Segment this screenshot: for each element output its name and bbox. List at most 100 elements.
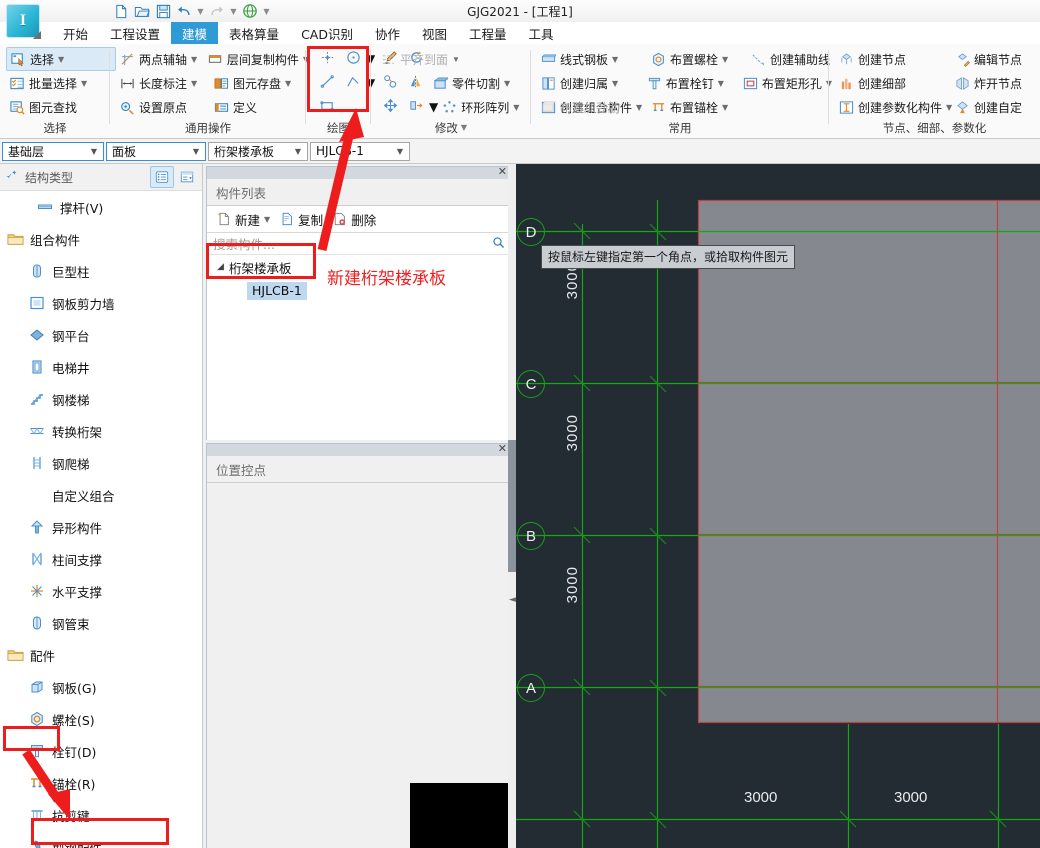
draw-line-button[interactable] bbox=[314, 71, 340, 95]
tree-item-mega-column[interactable]: 巨型柱 bbox=[0, 255, 202, 287]
chevron-down-icon[interactable]: ▼ bbox=[718, 79, 724, 88]
grid-bubble-b[interactable]: B bbox=[517, 522, 545, 550]
cad-viewport[interactable]: D C B A 3000 3000 3000 3000 3000 按鼠标左键指定… bbox=[516, 164, 1040, 848]
chevron-down-icon[interactable]: ▼ bbox=[504, 79, 510, 88]
grid-bubble-c[interactable]: C bbox=[517, 370, 545, 398]
ribbon-create-aux-line-button[interactable]: 创建辅助线 bbox=[747, 47, 833, 71]
ribbon-edit-joint-button[interactable]: 编辑节点 bbox=[951, 47, 1025, 71]
tree-item-anchor-bolt[interactable]: 锚栓(R) bbox=[0, 767, 202, 799]
grid-bubble-a[interactable]: A bbox=[517, 674, 545, 702]
ribbon-set-origin-button[interactable]: 设置原点 bbox=[116, 95, 210, 119]
ribbon-save-element-button[interactable]: 图元存盘 ▼ bbox=[210, 71, 294, 95]
close-icon[interactable]: ✕ bbox=[498, 166, 507, 178]
modify-extend-button[interactable] bbox=[403, 95, 429, 119]
chevron-down-icon[interactable]: ▼ bbox=[87, 147, 101, 156]
ribbon-create-param-member-button[interactable]: 创建参数化构件 ▼ bbox=[835, 95, 952, 119]
copy-component-button[interactable]: 复制 bbox=[276, 209, 326, 229]
tree-group-accessories[interactable]: 配件 bbox=[0, 639, 202, 671]
ribbon-place-stud-button[interactable]: 布置栓钉 ▼ bbox=[643, 71, 739, 95]
chevron-down-icon[interactable]: ▼ bbox=[612, 79, 618, 88]
tree-item-brace[interactable]: 撑杆(V) bbox=[0, 191, 202, 223]
search-icon[interactable] bbox=[492, 236, 505, 252]
tree-item-steel-shear-wall[interactable]: 钢板剪力墙 bbox=[0, 287, 202, 319]
chevron-down-icon[interactable]: ▼ bbox=[722, 55, 728, 64]
draw-rectangle-button[interactable] bbox=[314, 95, 340, 119]
new-component-button[interactable]: 新建 ▼ bbox=[213, 209, 273, 229]
ribbon-select-button[interactable]: 选择 ▼ bbox=[6, 47, 116, 71]
tree-item-shear-key[interactable]: 抗剪键 bbox=[0, 799, 202, 831]
ribbon-define-button[interactable]: 定义 bbox=[210, 95, 260, 119]
tree-item-section-steel-part[interactable]: 型钢配件 bbox=[0, 831, 202, 848]
tab-modeling[interactable]: 建模 bbox=[171, 22, 219, 44]
modify-move-copy-button[interactable] bbox=[377, 71, 403, 95]
tree-item-steel-platform[interactable]: 钢平台 bbox=[0, 319, 202, 351]
panel-collapse-icon[interactable]: ◄ bbox=[509, 596, 516, 605]
chevron-down-icon[interactable]: ▼ bbox=[81, 79, 87, 88]
modify-polar-array-button[interactable]: 环形阵列 ▼ bbox=[438, 95, 522, 119]
close-icon[interactable]: ✕ bbox=[498, 443, 507, 455]
tab-table-quantity[interactable]: 表格算量 bbox=[218, 22, 290, 44]
draw-circle-button[interactable] bbox=[340, 47, 366, 71]
combo-member-type[interactable]: 桁架楼承板 ▼ bbox=[208, 141, 308, 161]
viewport-scrollbar-thumb[interactable] bbox=[508, 440, 516, 572]
modify-mirror-button[interactable] bbox=[403, 71, 429, 95]
expand-triangle-icon[interactable]: ◢ bbox=[217, 262, 229, 272]
chevron-down-icon[interactable]: ▼ bbox=[513, 103, 519, 112]
ribbon-create-detail-button[interactable]: 创建细部 bbox=[835, 71, 951, 95]
chevron-down-icon[interactable]: ▼ bbox=[393, 147, 407, 156]
grid-bubble-d[interactable]: D bbox=[517, 218, 545, 246]
tab-project-settings[interactable]: 工程设置 bbox=[99, 22, 171, 44]
tab-cad-recognition[interactable]: CAD识别 bbox=[290, 22, 364, 44]
draw-polyline-button[interactable] bbox=[340, 71, 366, 95]
tab-tools[interactable]: 工具 bbox=[518, 22, 565, 44]
chevron-down-icon[interactable]: ▼ bbox=[189, 147, 203, 156]
combo-component-name[interactable]: HJLCB-1 ▼ bbox=[310, 141, 410, 161]
chevron-down-icon[interactable]: ▼ bbox=[722, 103, 728, 112]
chevron-down-icon[interactable]: ▼ bbox=[612, 55, 618, 64]
tree-item-steel-plate[interactable]: 钢板(G) bbox=[0, 671, 202, 703]
ribbon-place-bolt-button[interactable]: 布置螺栓 ▼ bbox=[647, 47, 747, 71]
ribbon-create-joint-button[interactable]: 创建节点 bbox=[835, 47, 951, 71]
tree-item-custom-composite[interactable]: 自定义组合 bbox=[0, 479, 202, 511]
chevron-down-icon[interactable]: ▼ bbox=[285, 79, 291, 88]
tree-item-steel-ladder[interactable]: 钢爬梯 bbox=[0, 447, 202, 479]
tab-quantity[interactable]: 工程量 bbox=[458, 22, 518, 44]
ribbon-batch-select-button[interactable]: 批量选择 ▼ bbox=[6, 71, 116, 95]
combo-category[interactable]: 面板 ▼ bbox=[106, 141, 206, 161]
modify-part-cut-button[interactable]: 零件切割 ▼ bbox=[429, 71, 513, 95]
ribbon-find-element-button[interactable]: 图元查找 bbox=[6, 95, 116, 119]
chevron-down-icon[interactable]: ▼ bbox=[58, 55, 64, 64]
tree-item-stud[interactable]: 栓钉(D) bbox=[0, 735, 202, 767]
chevron-down-icon[interactable]: ▼ bbox=[461, 123, 467, 132]
ribbon-copy-between-floors-button[interactable]: 层间复制构件 ▼ bbox=[204, 47, 312, 71]
draw-point-button[interactable] bbox=[314, 47, 340, 71]
chevron-down-icon[interactable]: ▼ bbox=[191, 79, 197, 88]
tree-item-steel-stair[interactable]: 钢楼梯 bbox=[0, 383, 202, 415]
chevron-down-icon[interactable]: ▼ bbox=[264, 215, 270, 224]
ribbon-create-custom-button[interactable]: 创建自定 bbox=[951, 95, 1025, 119]
ribbon-place-anchor-bolt-button[interactable]: 布置锚栓 ▼ bbox=[647, 95, 747, 119]
tree-item-column-bracing[interactable]: 柱间支撑 bbox=[0, 543, 202, 575]
ribbon-line-steel-plate-button[interactable]: 线式钢板 ▼ bbox=[537, 47, 647, 71]
tree-item-horizontal-bracing[interactable]: 水平支撑 bbox=[0, 575, 202, 607]
tree-item-irregular-member[interactable]: 异形构件 bbox=[0, 511, 202, 543]
tab-collaboration[interactable]: 协作 bbox=[364, 22, 411, 44]
tree-item-elevator-shaft[interactable]: 电梯井 bbox=[0, 351, 202, 383]
chevron-down-icon[interactable]: ▼ bbox=[429, 100, 438, 114]
combo-floor-level[interactable]: 基础层 ▼ bbox=[2, 141, 104, 161]
ribbon-two-point-axis-button[interactable]: 两点辅轴 ▼ bbox=[116, 47, 204, 71]
tab-start[interactable]: 开始 bbox=[52, 22, 99, 44]
chevron-down-icon[interactable]: ▼ bbox=[191, 55, 197, 64]
ribbon-create-ownership-button[interactable]: 创建归属 ▼ bbox=[537, 71, 643, 95]
modify-move-button[interactable] bbox=[377, 95, 403, 119]
chevron-down-icon[interactable]: ▼ bbox=[291, 147, 305, 156]
tab-view[interactable]: 视图 bbox=[411, 22, 458, 44]
tree-group-composite-members[interactable]: 组合构件 bbox=[0, 223, 202, 255]
ribbon-place-rect-hole-button[interactable]: 布置矩形孔 ▼ bbox=[739, 71, 835, 95]
chevron-down-icon[interactable]: ▼ bbox=[636, 103, 642, 112]
ribbon-explode-joint-button[interactable]: 炸开节点 bbox=[951, 71, 1025, 95]
list-view-icon[interactable] bbox=[150, 166, 174, 188]
ribbon-length-dimension-button[interactable]: 长度标注 ▼ bbox=[116, 71, 210, 95]
delete-component-button[interactable]: 删除 bbox=[329, 209, 379, 229]
tree-item-steel-tube-bundle[interactable]: 钢管束 bbox=[0, 607, 202, 639]
